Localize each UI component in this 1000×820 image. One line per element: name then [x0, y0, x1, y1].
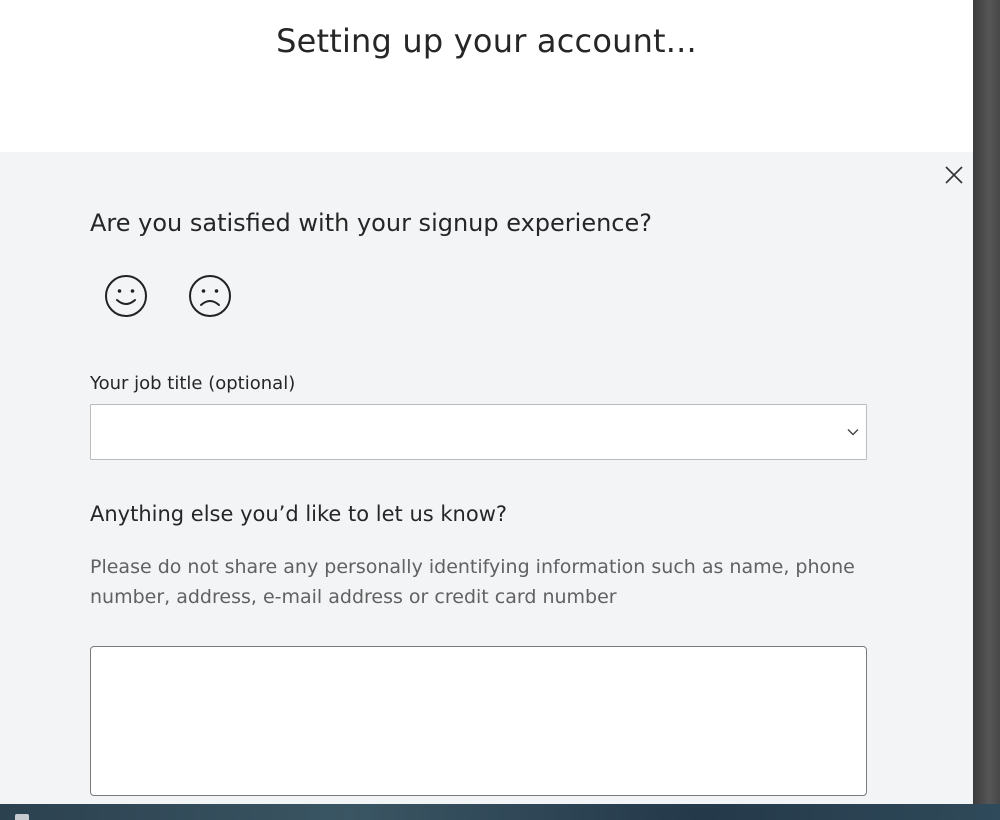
comments-box — [90, 646, 867, 796]
background-window-edge — [973, 0, 1000, 804]
taskbar — [0, 804, 1000, 820]
comments-heading: Anything else you’d like to let us know? — [90, 502, 508, 526]
job-title-label: Your job title (optional) — [90, 373, 296, 394]
comments-textarea[interactable] — [91, 647, 866, 795]
taskbar-app-icon[interactable] — [15, 814, 29, 820]
page-title: Setting up your account... — [276, 22, 697, 60]
close-button[interactable] — [940, 161, 968, 189]
smiley-happy-icon — [105, 275, 147, 317]
page: Setting up your account... Are you satis… — [0, 0, 1000, 820]
satisfaction-question: Are you satisfied with your signup exper… — [90, 209, 653, 237]
privacy-disclaimer: Please do not share any personally ident… — [90, 556, 855, 608]
close-icon — [945, 166, 963, 184]
satisfied-button[interactable] — [104, 274, 148, 318]
job-title-select[interactable] — [90, 404, 867, 460]
smiley-sad-icon — [189, 275, 231, 317]
dissatisfied-button[interactable] — [188, 274, 232, 318]
chevron-down-icon — [847, 429, 859, 436]
